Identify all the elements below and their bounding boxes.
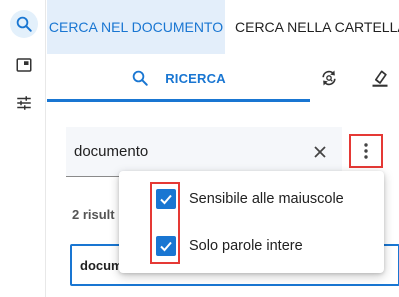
left-rail [0, 0, 46, 297]
tab-search-folder[interactable]: CERCA NELLA CARTELLA [225, 0, 399, 54]
search-toolbar: RICERCA [47, 54, 399, 102]
active-tab-indicator [47, 99, 310, 102]
checkbox-highlight-box [150, 182, 180, 264]
rail-search-button[interactable] [10, 10, 38, 38]
rail-settings-button[interactable] [10, 89, 38, 117]
clear-search-button[interactable] [309, 141, 331, 163]
close-icon [314, 146, 326, 158]
sliders-icon [17, 96, 31, 110]
search-icon [16, 16, 32, 32]
search-input-value: documento [74, 143, 149, 160]
tab-bar: CERCA NEL DOCUMENTO CERCA NELLA CARTELLA [47, 0, 399, 54]
rail-panel-button[interactable] [10, 51, 38, 79]
more-vertical-icon [364, 143, 368, 159]
panel-icon [16, 58, 32, 72]
search-subtab-label: RICERCA [165, 70, 226, 86]
case-sensitive-label: Sensibile alle maiuscole [189, 191, 344, 207]
search-input[interactable]: documento [66, 127, 342, 177]
refresh-search-icon [322, 70, 336, 86]
clear-highlights-button[interactable] [366, 64, 394, 92]
refresh-search-button[interactable] [315, 64, 343, 92]
search-options-button[interactable] [349, 134, 383, 168]
search-subtab[interactable]: RICERCA [47, 54, 310, 102]
tab-search-document[interactable]: CERCA NEL DOCUMENTO [47, 0, 225, 54]
results-count: 2 risult [72, 207, 115, 222]
search-icon [132, 70, 148, 86]
eraser-icon [372, 70, 388, 87]
whole-words-label: Solo parole intere [189, 238, 303, 254]
